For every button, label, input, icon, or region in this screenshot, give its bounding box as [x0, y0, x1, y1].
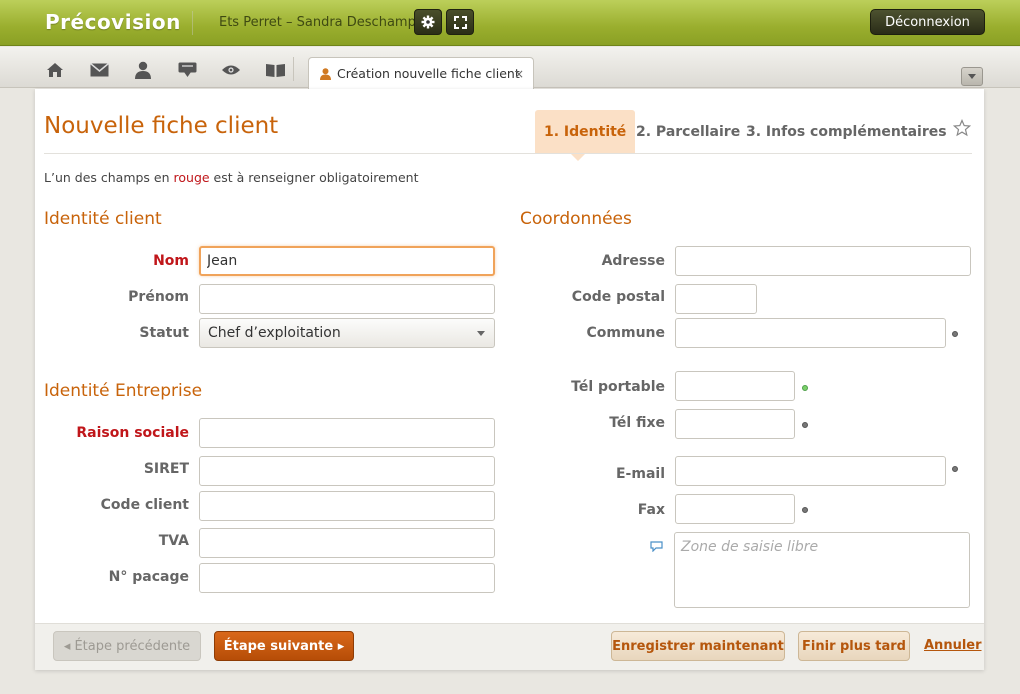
section-identite-entreprise: Identité Entreprise	[44, 381, 203, 401]
top-divider	[192, 11, 193, 35]
gear-icon	[421, 15, 435, 29]
cancel-link[interactable]: Annuler	[924, 638, 982, 653]
tel-fixe-input[interactable]	[675, 409, 795, 439]
tel-portable-input[interactable]	[675, 371, 795, 401]
code-postal-input[interactable]	[675, 284, 757, 314]
adresse-label: Adresse	[601, 253, 665, 269]
previous-step-button[interactable]: ◂ Étape précédente	[53, 631, 201, 661]
comment-icon	[650, 541, 663, 553]
adresse-input[interactable]	[675, 246, 971, 276]
inbox-icon[interactable]	[176, 61, 198, 79]
fullscreen-button[interactable]	[446, 9, 474, 35]
pacage-input[interactable]	[199, 563, 495, 593]
mandatory-text-end: est à renseigner obligatoirement	[209, 170, 419, 185]
nom-input[interactable]	[199, 246, 495, 276]
email-input[interactable]	[675, 456, 946, 486]
pacage-label: N° pacage	[108, 569, 189, 585]
statut-label: Statut	[139, 325, 189, 341]
close-icon[interactable]: ×	[514, 67, 524, 81]
fax-label: Fax	[637, 502, 665, 518]
section-identite-client: Identité client	[44, 209, 162, 229]
tab-label: Création nouvelle fiche client	[337, 66, 520, 81]
email-indicator-dot[interactable]	[952, 466, 958, 472]
code-client-label: Code client	[100, 497, 189, 513]
finish-later-button[interactable]: Finir plus tard	[798, 631, 910, 661]
save-now-button[interactable]: Enregistrer maintenant	[611, 631, 785, 661]
step-parcellaire[interactable]: 2. Parcellaire	[636, 110, 740, 154]
tab-creation-fiche-client[interactable]: Création nouvelle fiche client ×	[308, 57, 534, 89]
code-client-input[interactable]	[199, 491, 495, 521]
commune-input[interactable]	[675, 318, 946, 348]
nav-divider	[293, 57, 294, 81]
nom-label: Nom	[153, 253, 189, 269]
prenom-label: Prénom	[128, 289, 189, 305]
expand-icon	[453, 15, 467, 29]
statut-selected-value: Chef d’exploitation	[208, 325, 341, 341]
active-step-pointer	[570, 153, 586, 161]
settings-button[interactable]	[414, 9, 442, 35]
statut-select[interactable]: Chef d’exploitation	[199, 318, 495, 348]
commune-indicator-dot[interactable]	[952, 331, 958, 337]
tel-portable-label: Tél portable	[571, 379, 665, 395]
tabs-menu-button[interactable]	[961, 67, 983, 86]
star-icon[interactable]	[952, 118, 972, 137]
contacts-icon[interactable]	[132, 61, 154, 79]
mandatory-red-word: rouge	[173, 170, 210, 185]
code-postal-label: Code postal	[571, 289, 665, 305]
raison-sociale-label: Raison sociale	[76, 425, 189, 441]
top-bar: Précovision Ets Perret – Sandra Deschamp…	[0, 0, 1020, 46]
tva-label: TVA	[158, 533, 189, 549]
step-infos-complementaires[interactable]: 3. Infos complémentaires	[746, 110, 947, 154]
tel-fixe-indicator-dot[interactable]	[802, 422, 808, 428]
user-context: Ets Perret – Sandra Deschamps	[219, 15, 423, 30]
dropdown-caret-icon	[477, 331, 485, 336]
title-divider	[44, 153, 972, 154]
section-coordonnees: Coordonnées	[520, 209, 632, 229]
chevron-down-icon	[968, 73, 976, 79]
commune-label: Commune	[586, 325, 666, 341]
eye-icon[interactable]	[220, 61, 242, 79]
fax-indicator-dot[interactable]	[802, 507, 808, 513]
fax-input[interactable]	[675, 494, 795, 524]
page-title: Nouvelle fiche client	[44, 113, 279, 139]
book-icon[interactable]	[264, 61, 286, 79]
notes-textarea[interactable]	[674, 532, 970, 608]
tel-portable-indicator-dot[interactable]	[802, 385, 808, 391]
logout-button[interactable]: Déconnexion	[870, 9, 985, 35]
siret-label: SIRET	[143, 461, 189, 477]
tva-input[interactable]	[199, 528, 495, 558]
app-logo[interactable]: Précovision	[45, 10, 181, 34]
mandatory-note: L’un des champs en rouge est à renseigne…	[44, 170, 418, 185]
email-label: E-mail	[615, 466, 665, 482]
mail-icon[interactable]	[88, 61, 110, 79]
mandatory-text: L’un des champs en	[44, 170, 174, 185]
user-icon	[320, 67, 331, 80]
prenom-input[interactable]	[199, 284, 495, 314]
raison-sociale-input[interactable]	[199, 418, 495, 448]
step-identite[interactable]: 1. Identité	[535, 110, 636, 154]
siret-input[interactable]	[199, 456, 495, 486]
tel-fixe-label: Tél fixe	[609, 415, 665, 431]
home-icon[interactable]	[44, 61, 66, 79]
next-step-button[interactable]: Étape suivante ▸	[214, 631, 354, 661]
